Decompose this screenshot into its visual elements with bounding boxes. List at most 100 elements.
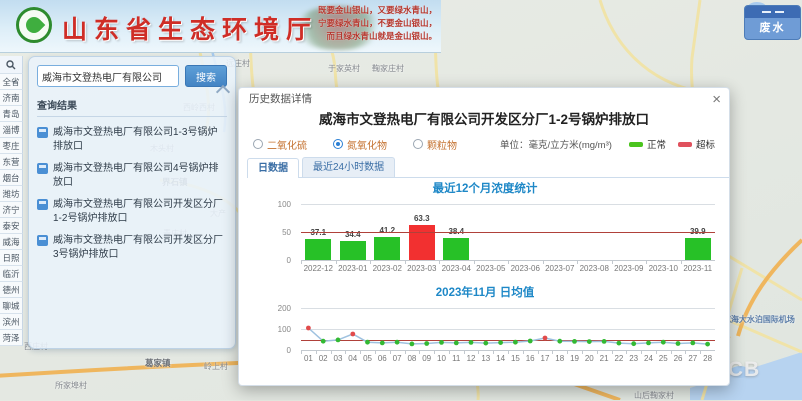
y-tick-label: 0 [245,256,291,265]
city-bar-item[interactable]: 潍坊 [0,186,23,202]
data-tabs: 日数据最近24小时数据 [247,156,729,178]
radio-icon [333,139,343,149]
data-point [557,339,562,344]
legend-swatch [629,142,643,147]
bar [685,238,711,260]
city-bar-item[interactable]: 日照 [0,250,23,266]
data-point [617,341,622,346]
search-result-item[interactable]: 威海市文登热电厂有限公司开发区分厂3号锅炉排放口 [37,234,227,261]
outlet-title: 威海市文登热电厂有限公司开发区分厂1-2号锅炉排放口 [239,110,729,132]
slogan-line: 而且绿水青山就是金山银山。 [318,30,437,43]
x-tick-label: 2023-09 [612,264,647,273]
city-bar-item[interactable]: 德州 [0,282,23,298]
result-text: 威海市文登热电厂有限公司4号锅炉排放口 [53,162,227,189]
city-bar-item[interactable]: 东营 [0,154,23,170]
mode-button-header [745,6,800,18]
city-bar-item[interactable]: 威海 [0,234,23,250]
city-bar-item[interactable]: 济南 [0,90,23,106]
legend-label: 正常 [647,137,666,151]
leaf-icon [23,14,46,37]
chart-legend: 正常超标 [629,137,715,151]
tab-active[interactable]: 日数据 [247,158,299,178]
x-tick-label: 2023-07 [543,264,578,273]
data-point [498,340,503,345]
pollutant-radio[interactable]: 颗粒物 [413,137,457,152]
data-point [661,340,666,345]
city-bar-item[interactable]: 淄博 [0,122,23,138]
monthly-bar-chart: 最近12个月浓度统计0501002022-1237.12023-0134.420… [245,180,725,280]
search-button[interactable]: 搜索 [185,65,227,87]
city-bar-item[interactable]: 青岛 [0,106,23,122]
data-point [454,341,459,346]
y-tick-label: 50 [245,228,291,237]
map-label: 岭上村 [204,361,228,372]
data-point [365,340,370,345]
city-bar-item[interactable]: 聊城 [0,298,23,314]
x-tick-label: 2023-04 [439,264,474,273]
y-tick-label: 100 [245,200,291,209]
pollutant-radio[interactable]: 氮氧化物 [333,137,387,152]
data-point [676,341,681,346]
data-point [631,341,636,346]
city-bar-item[interactable]: 枣庄 [0,138,23,154]
data-point [350,332,355,337]
data-point [424,341,429,346]
result-text: 威海市文登热电厂有限公司开发区分厂3号锅炉排放口 [53,234,227,261]
x-tick-label: 2023-10 [646,264,681,273]
bar [374,237,400,260]
data-point [528,339,533,344]
data-point [410,342,415,347]
data-point [321,339,326,344]
close-icon[interactable]: × [712,90,721,110]
map-label: 于家英村 [328,63,360,74]
bar [305,239,331,260]
city-bar-item[interactable]: 临沂 [0,266,23,282]
tab-inactive[interactable]: 最近24小时数据 [302,157,395,177]
x-tick-label: 2022-12 [301,264,336,273]
search-input[interactable] [37,65,179,87]
data-point [690,341,695,346]
data-point [602,339,607,344]
x-tick-label: 2023-02 [370,264,405,273]
result-text: 威海市文登热电厂有限公司开发区分厂1-2号锅炉排放口 [53,198,227,225]
pollutant-radio[interactable]: 二氧化硫 [253,137,307,152]
data-point [395,340,400,345]
map-label: 鞠家庄村 [372,63,404,74]
city-search-icon[interactable] [0,56,23,74]
city-bar-item[interactable]: 烟台 [0,170,23,186]
unit-label: 单位：毫克/立方米(mg/m³) [483,137,629,151]
city-bar-item[interactable]: 菏泽 [0,330,23,346]
radio-label: 氮氧化物 [347,137,387,152]
search-result-item[interactable]: 威海市文登热电厂有限公司1-3号锅炉排放口 [37,126,227,153]
bar-value-label: 63.3 [405,214,440,223]
city-bar-item[interactable]: 全省 [0,74,23,90]
city-bar-item[interactable]: 滨州 [0,314,23,330]
results-header: 查询结果 [37,97,227,117]
city-bar-item[interactable]: 济宁 [0,202,23,218]
legend-item: 正常 [629,137,666,151]
bar-chart-title: 最近12个月浓度统计 [245,180,725,196]
x-tick-label: 2023-03 [405,264,440,273]
radio-icon [413,139,423,149]
controls-row: 二氧化硫 氮氧化物 颗粒物 单位：毫克/立方米(mg/m³) 正常超标 [239,132,729,156]
daily-line-chart: 2023年11月 日均值0100200010203040506070809101… [245,284,725,379]
x-tick-label: 2023-01 [336,264,371,273]
pollutant-radio-group: 二氧化硫 氮氧化物 颗粒物 [253,137,483,152]
outlet-icon [37,127,48,138]
wastewater-mode-button[interactable]: 废水 [744,5,801,40]
banner-title: 山东省生态环境厅 [62,10,318,46]
outlet-icon [37,199,48,210]
x-tick-label: 2023-06 [508,264,543,273]
search-result-item[interactable]: 威海市文登热电厂有限公司4号锅炉排放口 [37,162,227,189]
legend-item: 超标 [678,137,715,151]
map-label: 所家埠村 [55,380,87,391]
department-logo [16,7,52,43]
search-result-item[interactable]: 威海市文登热电厂有限公司开发区分厂1-2号锅炉排放口 [37,198,227,225]
banner-slogans: 既要金山银山，又要绿水青山， 宁要绿水青山，不要金山银山， 而且绿水青山就是金山… [318,4,437,44]
data-point [306,326,311,331]
history-data-modal: 历史数据详情 × 威海市文登热电厂有限公司开发区分厂1-2号锅炉排放口 二氧化硫… [238,87,730,386]
data-point [513,340,518,345]
gridline [301,204,715,205]
city-bar-item[interactable]: 泰安 [0,218,23,234]
slogan-line: 既要金山银山，又要绿水青山， [318,4,437,17]
